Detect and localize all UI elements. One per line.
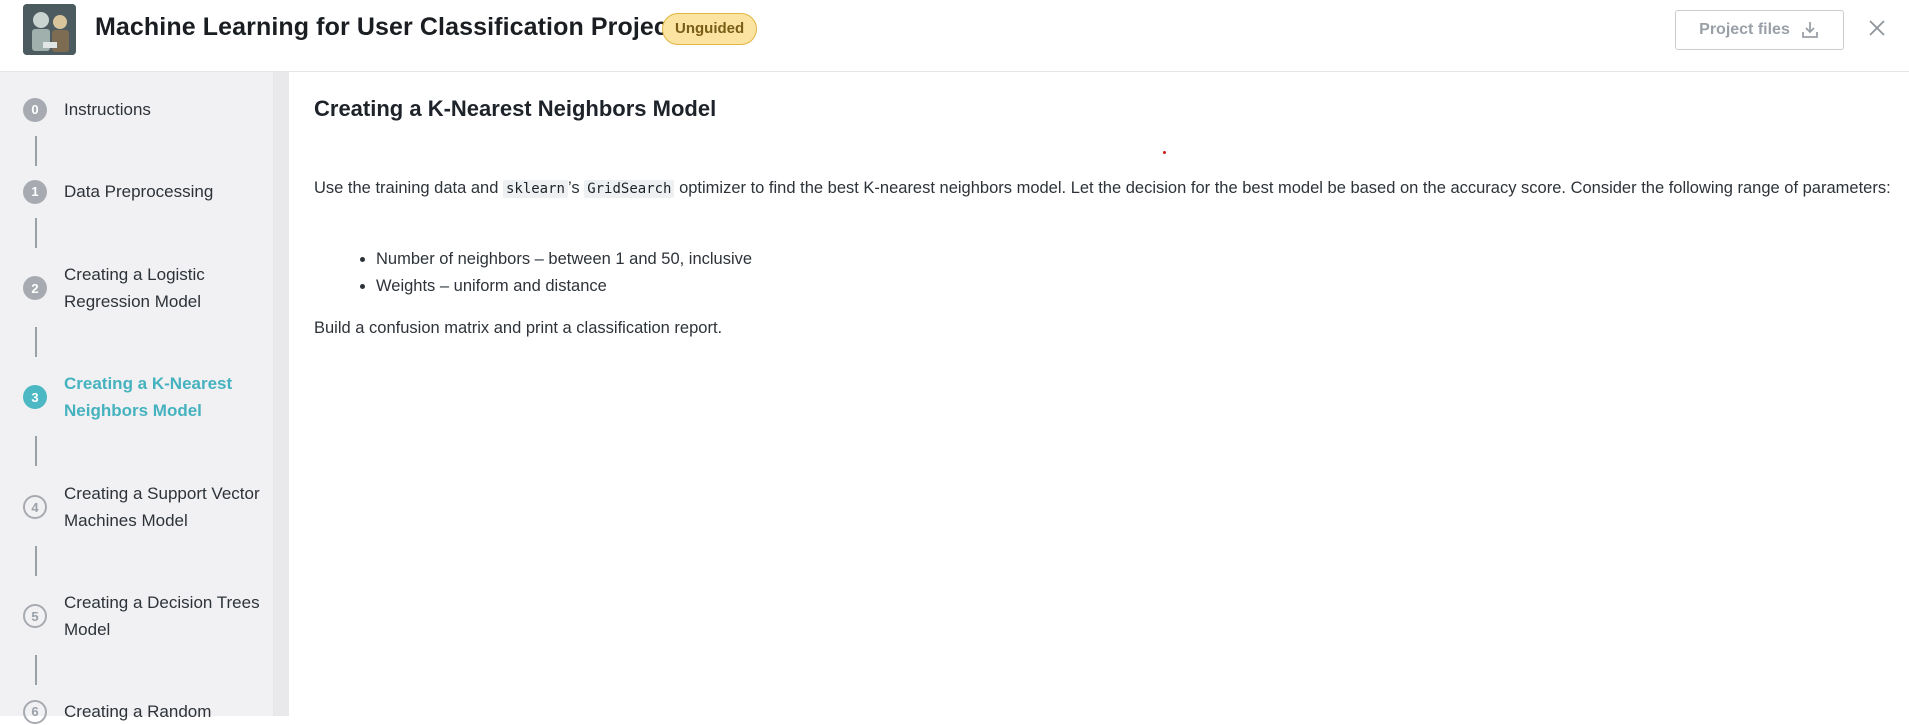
list-item: Weights – uniform and distance: [376, 273, 752, 300]
sidebar-scrollbar[interactable]: [274, 72, 289, 716]
step-random-forest[interactable]: 6 Creating a Random: [23, 698, 264, 725]
close-icon[interactable]: [1865, 16, 1889, 40]
code-sklearn: sklearn: [502, 180, 568, 198]
step-instructions[interactable]: 0 Instructions: [23, 96, 264, 123]
step-label: Creating a Random: [64, 702, 212, 721]
step-connector: [35, 327, 37, 357]
step-connector: [35, 655, 37, 685]
step-number-badge: 1: [23, 179, 47, 204]
task-closing-text: Build a confusion matrix and print a cla…: [314, 319, 723, 337]
step-number-badge: 2: [23, 276, 47, 300]
step-data-preprocessing[interactable]: 1 Data Preprocessing: [23, 178, 264, 205]
parameter-list: Number of neighbors – between 1 and 50, …: [314, 246, 752, 300]
step-label: Data Preprocessing: [64, 182, 214, 201]
step-connector: [35, 436, 37, 466]
step-number-badge: 5: [23, 604, 47, 628]
project-files-label: Project files: [1699, 21, 1790, 38]
description-text: Use the training data and: [314, 179, 503, 197]
step-connector: [35, 546, 37, 576]
step-number-badge: 3: [23, 385, 47, 409]
step-decision-trees[interactable]: 5 Creating a Decision Trees Model: [23, 589, 264, 643]
cursor-dot: [1163, 151, 1166, 154]
header-bar: Machine Learning for User Classification…: [0, 0, 1909, 72]
project-thumbnail: [23, 4, 76, 55]
step-label: Creating a Decision Trees Model: [64, 593, 260, 639]
code-gridsearch: GridSearch: [584, 180, 675, 198]
download-icon: [1801, 22, 1818, 38]
step-number-badge: 6: [23, 699, 47, 724]
task-description: Use the training data and sklearn’s Grid…: [314, 175, 1894, 203]
step-label: Creating a Support Vector Machines Model: [64, 484, 260, 530]
step-connector: [35, 218, 37, 248]
task-heading: Creating a K-Nearest Neighbors Model: [314, 96, 717, 121]
step-svm[interactable]: 4 Creating a Support Vector Machines Mod…: [23, 480, 264, 534]
step-number-badge: 0: [23, 97, 47, 122]
project-files-button[interactable]: Project files: [1675, 10, 1844, 50]
step-logistic-regression[interactable]: 2 Creating a Logistic Regression Model: [23, 261, 264, 315]
page-title: Machine Learning for User Classification…: [95, 13, 677, 41]
step-label: Creating a K-Nearest Neighbors Model: [64, 374, 233, 420]
description-text: optimizer to find the best K-nearest nei…: [674, 179, 1891, 197]
description-text: ’s: [567, 179, 585, 197]
step-knn[interactable]: 3 Creating a K-Nearest Neighbors Model: [23, 370, 264, 424]
step-number-badge: 4: [23, 495, 47, 519]
step-connector: [35, 136, 37, 166]
step-label: Creating a Logistic Regression Model: [64, 265, 205, 311]
unguided-badge: Unguided: [662, 13, 758, 45]
list-item: Number of neighbors – between 1 and 50, …: [376, 246, 752, 273]
step-label: Instructions: [64, 100, 151, 119]
